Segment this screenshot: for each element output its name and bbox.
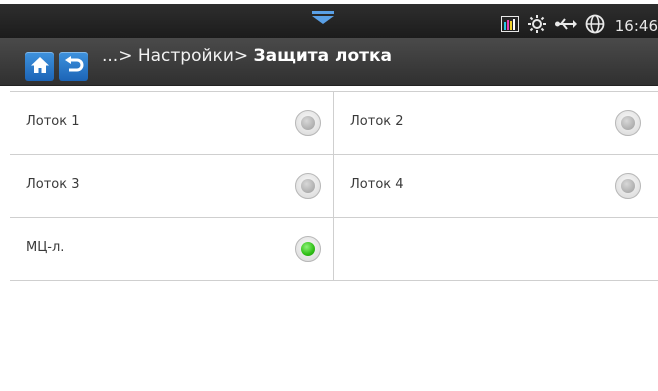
radio-indicator-icon <box>621 116 636 130</box>
tray-label: Лоток 1 <box>26 114 80 129</box>
radio-indicator-icon <box>301 116 316 130</box>
tray-1-toggle[interactable] <box>295 110 322 136</box>
tray-option-mp[interactable]: МЦ-л. <box>10 218 335 280</box>
empty-cell <box>334 218 658 280</box>
breadcrumb: ...> Настройки> Защита лотка <box>102 46 392 66</box>
radio-indicator-icon <box>621 179 636 193</box>
tray-label: Лоток 2 <box>350 114 404 129</box>
breadcrumb-path: ...> Настройки> <box>102 46 254 66</box>
home-icon <box>30 56 50 78</box>
status-icons: 16:46 <box>500 14 658 38</box>
tray-row: Лоток 1 Лоток 2 <box>10 91 658 155</box>
tray-row: МЦ-л. <box>10 218 658 281</box>
tray-label: Лоток 3 <box>26 177 80 192</box>
back-arrow-icon <box>64 55 84 78</box>
pull-down-icon[interactable] <box>310 10 336 29</box>
tray-option-3[interactable]: Лоток 3 <box>10 155 335 217</box>
radio-indicator-icon <box>301 179 316 193</box>
mp-tray-toggle[interactable] <box>295 236 322 262</box>
title-bar: ...> Настройки> Защита лотка <box>0 38 658 86</box>
toner-level-icon <box>500 16 519 36</box>
tray-option-4[interactable]: Лоток 4 <box>334 155 658 217</box>
network-icon <box>585 14 605 38</box>
status-bar: 16:46 <box>0 0 658 38</box>
radio-indicator-icon <box>301 242 316 256</box>
eco-mode-icon <box>527 14 547 38</box>
tray-option-2[interactable]: Лоток 2 <box>334 92 658 154</box>
tray-4-toggle[interactable] <box>615 173 642 199</box>
home-button[interactable] <box>25 52 54 81</box>
tray-3-toggle[interactable] <box>295 173 322 199</box>
tray-label: Лоток 4 <box>350 177 404 192</box>
usb-icon <box>554 16 577 36</box>
tray-list: Лоток 1 Лоток 2 Лоток 3 Лоток 4 МЦ-л. <box>10 91 658 281</box>
page-title: Защита лотка <box>253 46 393 66</box>
tray-option-1[interactable]: Лоток 1 <box>10 92 335 154</box>
tray-2-toggle[interactable] <box>615 110 642 136</box>
clock: 16:46 <box>614 17 658 35</box>
back-button[interactable] <box>59 52 88 81</box>
tray-row: Лоток 3 Лоток 4 <box>10 155 658 218</box>
tray-label: МЦ-л. <box>26 240 65 255</box>
